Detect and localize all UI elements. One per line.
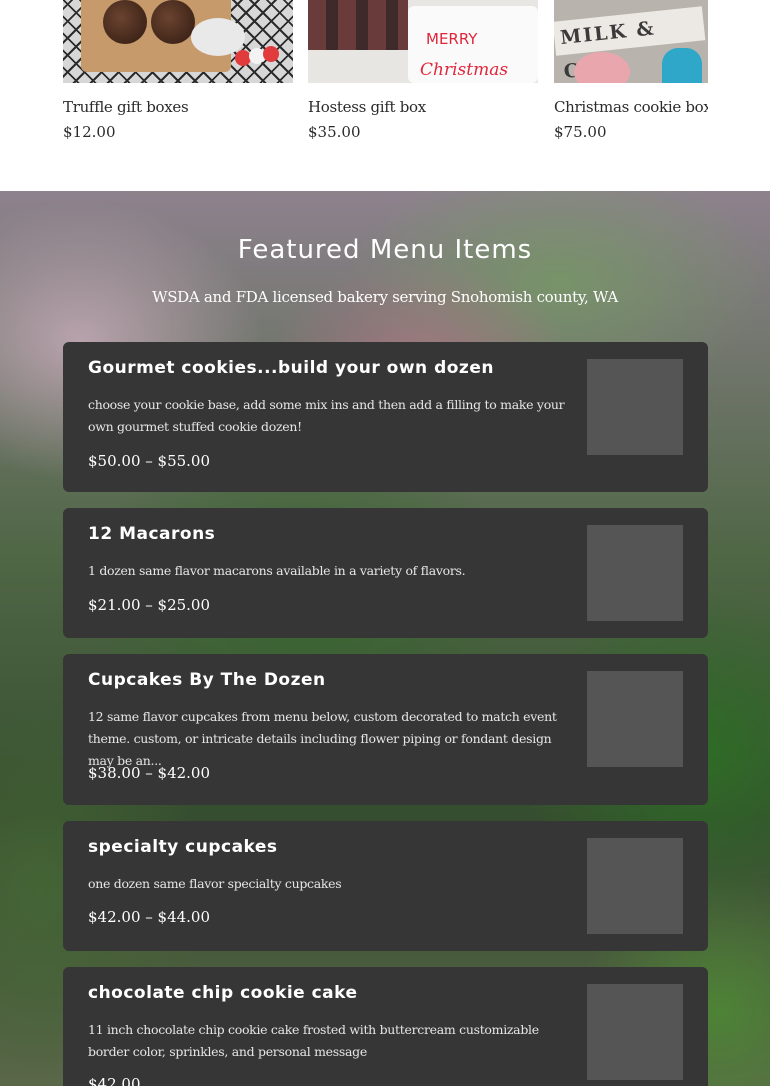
menu-item-image-placeholder[interactable] xyxy=(587,525,683,621)
product-name[interactable]: Hostess gift box xyxy=(308,98,538,116)
product-carousel: Truffle gift boxes $12.00 MERRY Christma… xyxy=(0,0,770,191)
christmas-text: Christmas xyxy=(420,60,509,80)
menu-item-image-placeholder[interactable] xyxy=(587,984,683,1080)
menu-item-price: $42.00 xyxy=(88,1075,141,1086)
menu-item-title[interactable]: chocolate chip cookie cake xyxy=(88,983,358,1003)
section-title: Featured Menu Items xyxy=(237,235,533,265)
menu-item-description: 11 inch chocolate chip cookie cake frost… xyxy=(88,1022,539,1059)
menu-item-card[interactable]: Cupcakes By The Dozen 12 same flavor cup… xyxy=(63,654,708,805)
product-name[interactable]: Truffle gift boxes xyxy=(63,98,293,116)
product-price: $35.00 xyxy=(308,123,361,141)
truffle-image xyxy=(151,0,195,44)
product-image[interactable] xyxy=(63,0,293,83)
menu-item-card[interactable]: 12 Macarons 1 dozen same flavor macarons… xyxy=(63,508,708,638)
menu-item-title[interactable]: specialty cupcakes xyxy=(88,837,278,857)
featured-menu-section: Featured Menu Items WSDA and FDA license… xyxy=(0,191,770,1086)
menu-item-image-placeholder[interactable] xyxy=(587,359,683,455)
merry-text: MERRY xyxy=(426,30,478,48)
menu-item-image-placeholder[interactable] xyxy=(587,671,683,767)
truffle-image xyxy=(103,0,147,44)
menu-item-title[interactable]: Cupcakes By The Dozen xyxy=(88,670,326,690)
product-name[interactable]: Christmas cookie box gift xyxy=(554,98,708,116)
product-price: $12.00 xyxy=(63,123,116,141)
menu-item-description: choose your cookie base, add some mix in… xyxy=(88,397,565,434)
menu-item-card[interactable]: chocolate chip cookie cake 11 inch choco… xyxy=(63,967,708,1086)
chocolate-image xyxy=(308,0,408,50)
product-card-hostess[interactable]: MERRY Christmas Hostess gift box $35.00 xyxy=(308,0,538,141)
menu-item-description: 12 same flavor cupcakes from menu below,… xyxy=(88,709,557,768)
menu-item-price: $21.00 – $25.00 xyxy=(88,596,211,614)
menu-item-title[interactable]: 12 Macarons xyxy=(88,524,215,544)
product-image[interactable]: MILK & COO xyxy=(554,0,708,83)
product-card-christmas-cookie[interactable]: MILK & COO Christmas cookie box gift $75… xyxy=(554,0,708,141)
menu-item-price: $38.00 – $42.00 xyxy=(88,764,211,782)
menu-item-image-placeholder[interactable] xyxy=(587,838,683,934)
menu-item-price: $42.00 – $44.00 xyxy=(88,908,211,926)
product-image[interactable]: MERRY Christmas xyxy=(308,0,538,83)
menu-item-description: one dozen same flavor specialty cupcakes xyxy=(88,876,342,891)
menu-item-card[interactable]: specialty cupcakes one dozen same flavor… xyxy=(63,821,708,951)
section-subtitle: WSDA and FDA licensed bakery serving Sno… xyxy=(152,288,618,306)
product-price: $75.00 xyxy=(554,123,607,141)
cup-image xyxy=(191,18,245,56)
menu-item-description: 1 dozen same flavor macarons available i… xyxy=(88,563,466,578)
menu-item-title[interactable]: Gourmet cookies...build your own dozen xyxy=(88,358,494,378)
bead-image xyxy=(263,46,279,62)
blue-cookie-image xyxy=(662,48,702,83)
menu-item-card[interactable]: Gourmet cookies...build your own dozen c… xyxy=(63,342,708,492)
menu-item-price: $50.00 – $55.00 xyxy=(88,452,211,470)
product-card-truffle[interactable]: Truffle gift boxes $12.00 xyxy=(63,0,293,141)
pink-cookie-image xyxy=(574,52,630,83)
